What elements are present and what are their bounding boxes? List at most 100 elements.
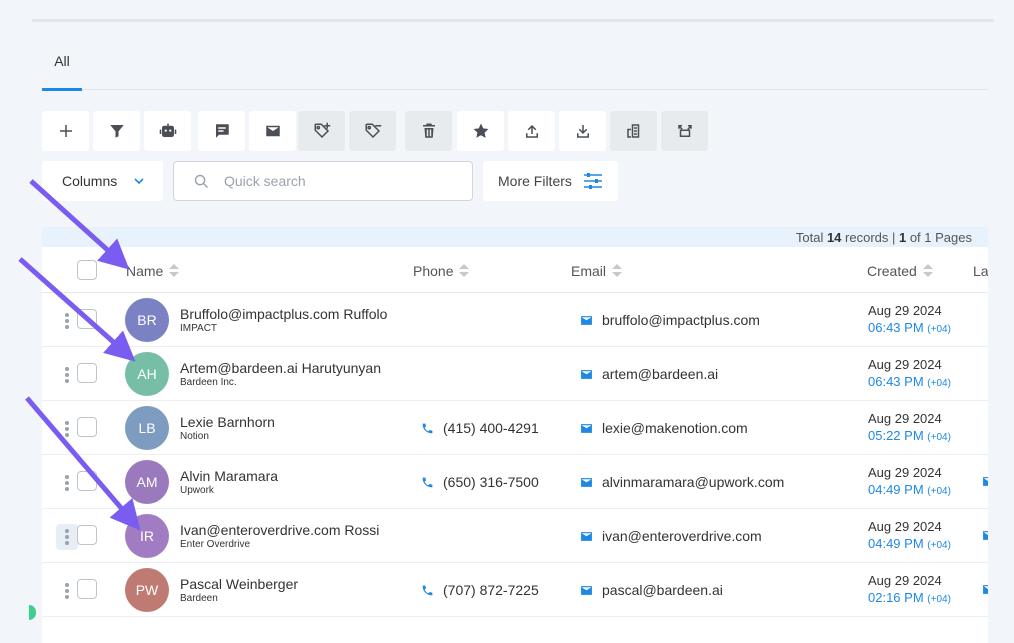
sort-icon xyxy=(612,264,623,278)
contact-email[interactable]: ivan@enteroverdrive.com xyxy=(580,528,762,544)
contact-name[interactable]: Lexie Barnhorn xyxy=(180,414,275,430)
row-menu-button[interactable] xyxy=(56,416,78,442)
header-created[interactable]: Created xyxy=(867,263,933,279)
filter-button[interactable] xyxy=(93,111,140,151)
row-checkbox[interactable] xyxy=(77,525,97,545)
header-name[interactable]: Name xyxy=(126,263,180,279)
import-button[interactable] xyxy=(559,111,606,151)
contact-name[interactable]: Ivan@enteroverdrive.com Rossi xyxy=(180,522,379,538)
help-widget-tab[interactable] xyxy=(29,605,36,620)
contact-name[interactable]: Alvin Maramara xyxy=(180,468,278,484)
email-button[interactable] xyxy=(249,111,296,151)
company-button[interactable] xyxy=(610,111,657,151)
table-row[interactable]: LB Lexie Barnhorn Notion (415) 400-4291 lexi… xyxy=(42,401,988,455)
table-header: Name Phone Email Created La xyxy=(42,247,988,293)
more-filters-label: More Filters xyxy=(498,173,572,189)
avatar-initials: PW xyxy=(135,582,159,598)
last-activity-email-icon xyxy=(982,529,988,541)
table-row[interactable]: BR Bruffolo@impactplus.com Ruffolo IMPACT b… xyxy=(42,293,988,347)
last-activity-email-icon xyxy=(982,475,988,487)
row-checkbox[interactable] xyxy=(77,417,97,437)
tag-minus-icon xyxy=(365,123,381,139)
contact-name[interactable]: Pascal Weinberger xyxy=(180,576,298,592)
table-row[interactable]: AH Artem@bardeen.ai Harutyunyan Bardeen In… xyxy=(42,347,988,401)
contact-company: Bardeen Inc. xyxy=(180,377,237,388)
sms-button[interactable] xyxy=(198,111,245,151)
contact-email[interactable]: lexie@makenotion.com xyxy=(580,420,748,436)
add-button[interactable] xyxy=(42,111,89,151)
merge-button[interactable] xyxy=(661,111,708,151)
header-last[interactable]: La xyxy=(973,263,988,279)
created-time: 02:16 PM (+04) xyxy=(868,590,951,605)
row-checkbox[interactable] xyxy=(77,579,97,599)
row-menu-button[interactable] xyxy=(56,578,78,604)
table-row[interactable]: PW Pascal Weinberger Bardeen (707) 872-7225… xyxy=(42,563,988,617)
created-time-value: 06:43 PM xyxy=(868,374,924,389)
robot-icon xyxy=(159,123,176,137)
more-filters-button[interactable]: More Filters xyxy=(483,161,618,201)
automation-button[interactable] xyxy=(144,111,191,151)
contact-company: Enter Overdrive xyxy=(180,539,251,550)
header-email[interactable]: Email xyxy=(571,263,623,279)
phone-number: (707) 872-7225 xyxy=(443,582,539,598)
row-menu-button[interactable] xyxy=(56,524,78,550)
header-phone[interactable]: Phone xyxy=(413,263,470,279)
created-time-value: 06:43 PM xyxy=(868,320,924,335)
created-timezone: (+04) xyxy=(927,594,951,605)
add-tag-button[interactable] xyxy=(298,111,345,151)
contact-phone[interactable]: (650) 316-7500 xyxy=(421,474,539,490)
contact-name[interactable]: Bruffolo@impactplus.com Ruffolo xyxy=(180,306,387,322)
contact-email[interactable]: alvinmaramara@upwork.com xyxy=(580,474,784,490)
created-time-value: 02:16 PM xyxy=(868,590,924,605)
merge-icon xyxy=(677,125,692,137)
contacts-table: Total 14 records | 1 of 1 Pages Name Pho… xyxy=(42,227,988,643)
table-row[interactable]: IR Ivan@enteroverdrive.com Rossi Enter Ove… xyxy=(42,509,988,563)
contact-name[interactable]: Artem@bardeen.ai Harutyunyan xyxy=(180,360,381,376)
remove-tag-button[interactable] xyxy=(349,111,396,151)
email-address: ivan@enteroverdrive.com xyxy=(602,528,762,544)
records-summary: Total 14 records | 1 of 1 Pages xyxy=(42,227,988,247)
created-date: Aug 29 2024 xyxy=(868,573,942,588)
row-menu-button[interactable] xyxy=(56,362,78,388)
avatar: PW xyxy=(125,568,169,612)
phone-number: (650) 316-7500 xyxy=(443,474,539,490)
contact-email[interactable]: bruffolo@impactplus.com xyxy=(580,312,760,328)
table-row[interactable]: AM Alvin Maramara Upwork (650) 316-7500 alvi… xyxy=(42,455,988,509)
phone-icon xyxy=(422,477,433,487)
email-address: artem@bardeen.ai xyxy=(602,366,719,382)
row-menu-button[interactable] xyxy=(56,308,78,334)
summary-mid: records | xyxy=(841,230,899,245)
contact-email[interactable]: pascal@bardeen.ai xyxy=(580,582,723,598)
tag-plus-icon xyxy=(314,122,330,139)
search-input[interactable] xyxy=(224,170,454,192)
select-all-checkbox[interactable] xyxy=(77,260,97,280)
contact-email[interactable]: artem@bardeen.ai xyxy=(580,366,718,382)
view-tabs: All xyxy=(42,40,988,91)
contact-phone[interactable]: (415) 400-4291 xyxy=(421,420,539,436)
header-name-label: Name xyxy=(126,263,164,279)
avatar-initials: BR xyxy=(137,312,157,328)
created-timezone: (+04) xyxy=(927,432,951,443)
contact-company: IMPACT xyxy=(180,323,218,334)
sliders-icon xyxy=(584,173,602,189)
created-time-value: 05:22 PM xyxy=(868,428,924,443)
created-date: Aug 29 2024 xyxy=(868,357,942,372)
avatar-initials: LB xyxy=(138,420,156,436)
contact-company: Notion xyxy=(180,431,209,442)
row-checkbox[interactable] xyxy=(77,309,97,329)
envelope-icon xyxy=(983,531,988,540)
row-checkbox[interactable] xyxy=(77,363,97,383)
delete-button[interactable] xyxy=(405,111,452,151)
row-menu-button[interactable] xyxy=(56,470,78,496)
contact-phone[interactable]: (707) 872-7225 xyxy=(421,582,539,598)
avatar: LB xyxy=(125,406,169,450)
row-checkbox[interactable] xyxy=(77,471,97,491)
export-button[interactable] xyxy=(508,111,555,151)
envelope-icon xyxy=(581,531,592,541)
avatar: BR xyxy=(125,298,169,342)
tab-all[interactable]: All xyxy=(42,40,82,91)
favorite-button[interactable] xyxy=(457,111,504,151)
created-time: 06:43 PM (+04) xyxy=(868,320,951,335)
envelope-icon xyxy=(581,315,592,325)
columns-button[interactable]: Columns xyxy=(42,161,163,201)
